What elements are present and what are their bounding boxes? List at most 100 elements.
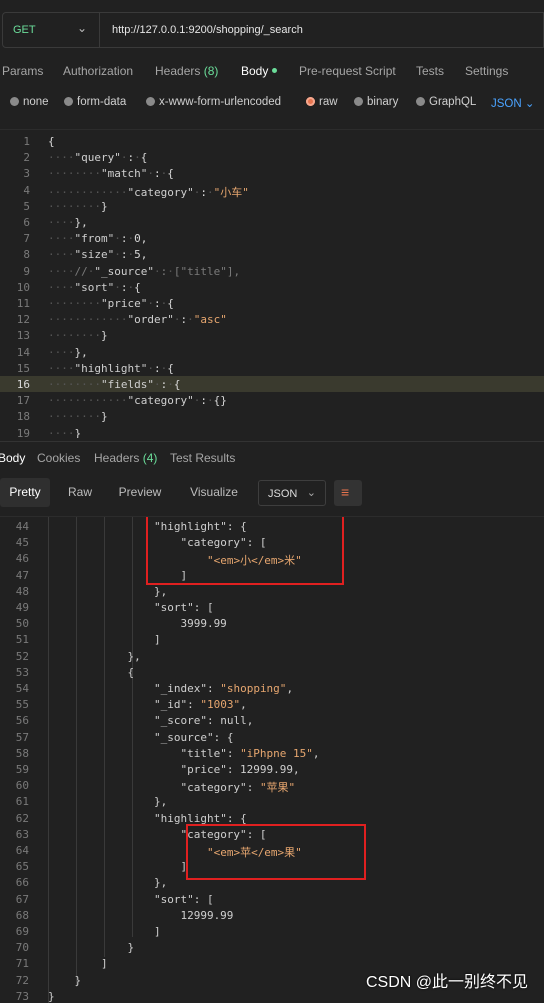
- line-number: 55: [15, 698, 29, 712]
- editor-line: 7 ····"from"·:·0,: [0, 230, 544, 246]
- tab-headers[interactable]: Headers (8): [155, 64, 218, 78]
- url-input[interactable]: http://127.0.0.1:9200/shopping/_search: [100, 12, 544, 48]
- response-body-viewer: 44 "highlight": {45 "category": [46 "<em…: [0, 516, 544, 1003]
- line-number: 11: [16, 297, 30, 310]
- editor-code: ····"sort"·:·{: [48, 280, 141, 294]
- raw-type-select[interactable]: JSON ⌄: [491, 96, 535, 110]
- view-visualize-button[interactable]: Visualize: [182, 478, 246, 507]
- editor-code: ············"order"·:·"asc": [48, 313, 227, 327]
- editor-code: ········"price"·:·{: [48, 297, 174, 310]
- tab-authorization[interactable]: Authorization: [63, 64, 133, 78]
- request-tabs: Params Authorization Headers (8) Body Pr…: [0, 60, 544, 84]
- response-code: "_score": null,: [153, 714, 254, 728]
- editor-code: ········}: [48, 199, 108, 213]
- editor-line: 14 ····},: [0, 344, 544, 360]
- response-code: "price": 12999.99,: [180, 763, 300, 776]
- radio-none[interactable]: none: [10, 96, 49, 108]
- tab-cookies[interactable]: Cookies: [37, 451, 80, 465]
- wrap-lines-button[interactable]: ≡: [334, 480, 362, 506]
- response-line: 67 "sort": [: [0, 892, 544, 908]
- highlight-annotation-box: [186, 824, 366, 880]
- line-number: 52: [15, 649, 29, 663]
- radio-selected-icon: [306, 97, 315, 106]
- radio-x-www-form-urlencoded[interactable]: x-www-form-urlencoded: [146, 96, 281, 108]
- line-number: 50: [15, 617, 29, 631]
- view-preview-button[interactable]: Preview: [112, 478, 168, 507]
- line-number: 47: [15, 568, 29, 582]
- editor-line: 19 ····}: [0, 425, 544, 438]
- method-select[interactable]: GET ⌄: [2, 12, 100, 48]
- editor-line: 2 ····"query"·:·{: [0, 149, 544, 165]
- response-line: 70 }: [0, 940, 544, 956]
- response-line: 59 "price": 12999.99,: [0, 762, 544, 778]
- radio-graphql[interactable]: GraphQL: [416, 96, 476, 108]
- tab-settings[interactable]: Settings: [465, 64, 508, 78]
- line-number: 53: [15, 665, 29, 679]
- tab-response-body[interactable]: Body: [0, 451, 25, 465]
- editor-line: 8 ····"size"·:·5,: [0, 246, 544, 262]
- response-code: }: [48, 973, 82, 987]
- response-code: "sort": [: [153, 892, 214, 906]
- line-number: 61: [15, 795, 29, 809]
- line-number: 16: [16, 378, 30, 391]
- format-select[interactable]: JSON ⌄: [258, 480, 326, 506]
- chevron-down-icon: ⌄: [76, 21, 87, 35]
- line-number: 19: [16, 426, 30, 438]
- body-type-options: none form-data x-www-form-urlencoded raw…: [0, 92, 544, 114]
- editor-line: 3 ········"match"·:·{: [0, 165, 544, 181]
- radio-icon: [10, 97, 19, 106]
- radio-icon: [146, 97, 155, 106]
- response-code: "highlight": {: [153, 811, 247, 825]
- editor-code: ····//·"_source"·:·["title"],: [48, 264, 241, 278]
- editor-code: ········}: [48, 329, 108, 343]
- tab-tests[interactable]: Tests: [416, 64, 444, 78]
- view-pretty-button[interactable]: Pretty: [0, 478, 50, 507]
- request-body-editor[interactable]: 1{2 ····"query"·:·{3 ········"match"·:·{ 4 ·…: [0, 129, 544, 438]
- response-code: "category": "苹果": [180, 781, 296, 795]
- tab-body[interactable]: Body: [241, 64, 278, 78]
- editor-line: 1{: [0, 133, 544, 149]
- response-code: "title": "iPhpne 15",: [180, 746, 320, 760]
- line-number: 4: [23, 183, 30, 197]
- editor-code: {: [48, 135, 55, 148]
- line-number: 10: [16, 280, 30, 294]
- response-code: {: [48, 665, 135, 679]
- line-number: 5: [23, 199, 30, 213]
- tab-test-results[interactable]: Test Results: [170, 451, 235, 465]
- radio-raw[interactable]: raw: [306, 96, 338, 108]
- tab-response-headers[interactable]: Headers (4): [94, 451, 157, 465]
- response-line: 69 ]: [0, 924, 544, 940]
- tab-params[interactable]: Params: [2, 64, 43, 78]
- line-number: 56: [15, 714, 29, 728]
- editor-code: ····"size"·:·5,: [48, 248, 148, 262]
- response-line: 58 "title": "iPhpne 15",: [0, 746, 544, 762]
- editor-line: 9 ····//·"_source"·:·["title"],: [0, 263, 544, 279]
- radio-icon: [64, 97, 73, 106]
- editor-line: 11 ········"price"·:·{: [0, 295, 544, 311]
- line-number: 15: [16, 361, 30, 375]
- response-line: 53 {: [0, 665, 544, 681]
- line-number: 17: [16, 394, 30, 408]
- response-line: 52 },: [0, 649, 544, 665]
- editor-line: 10 ····"sort"·:·{: [0, 279, 544, 295]
- line-number: 66: [15, 876, 29, 890]
- response-code: },: [48, 649, 141, 663]
- response-code: "_source": {: [153, 730, 234, 744]
- line-number: 3: [23, 167, 30, 181]
- editor-line: 15 ····"highlight"·:·{: [0, 360, 544, 376]
- radio-binary[interactable]: binary: [354, 96, 398, 108]
- response-line: 48 },: [0, 584, 544, 600]
- response-code: },: [48, 876, 168, 890]
- line-number: 8: [23, 248, 30, 262]
- editor-line: 16 ········"fields"·:·{: [0, 376, 544, 392]
- radio-form-data[interactable]: form-data: [64, 96, 126, 108]
- line-number: 65: [15, 860, 29, 874]
- tab-pre-request-script[interactable]: Pre-request Script: [299, 64, 396, 78]
- response-code: ]: [48, 925, 161, 938]
- response-code: },: [48, 584, 168, 598]
- view-raw-button[interactable]: Raw: [56, 478, 104, 507]
- editor-line: 5 ········}: [0, 198, 544, 214]
- response-line: 68 12999.99: [0, 908, 544, 924]
- line-number: 57: [15, 730, 29, 744]
- wrap-icon: ≡: [341, 484, 350, 500]
